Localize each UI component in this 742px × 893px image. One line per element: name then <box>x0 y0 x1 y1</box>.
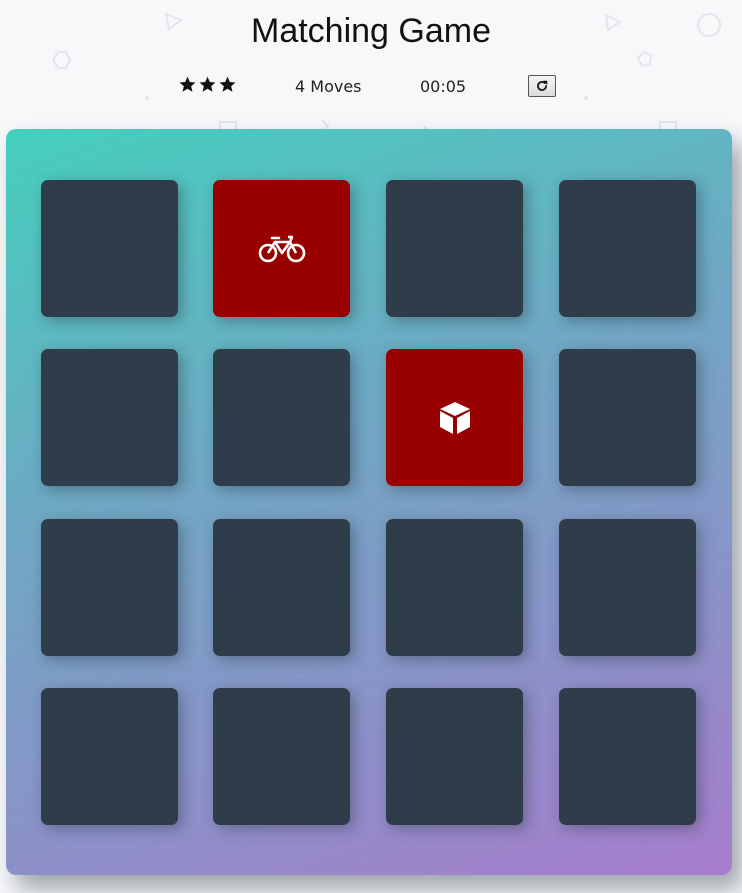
card[interactable] <box>559 519 696 656</box>
star-rating <box>178 75 237 94</box>
card[interactable] <box>559 180 696 317</box>
card[interactable] <box>386 349 523 486</box>
restart-icon <box>537 80 548 91</box>
card[interactable] <box>386 688 523 825</box>
page-title: Matching Game <box>251 12 491 50</box>
card[interactable] <box>213 180 350 317</box>
card[interactable] <box>41 180 178 317</box>
card[interactable] <box>213 519 350 656</box>
bicycle-icon <box>258 235 305 262</box>
star-icon <box>219 76 236 92</box>
card-deck <box>6 129 732 875</box>
card[interactable] <box>559 688 696 825</box>
card[interactable] <box>41 688 178 825</box>
cube-icon <box>439 401 470 434</box>
moves-counter: 4 Moves <box>295 77 362 96</box>
restart-button[interactable] <box>528 75 556 97</box>
card[interactable] <box>41 349 178 486</box>
timer: 00:05 <box>420 77 467 96</box>
card[interactable] <box>213 349 350 486</box>
card[interactable] <box>386 519 523 656</box>
card[interactable] <box>41 519 178 656</box>
score-panel: 4 Moves 00:05 <box>0 75 742 101</box>
star-icon <box>199 76 216 92</box>
card[interactable] <box>386 180 523 317</box>
star-icon <box>179 76 196 92</box>
card[interactable] <box>213 688 350 825</box>
card[interactable] <box>559 349 696 486</box>
